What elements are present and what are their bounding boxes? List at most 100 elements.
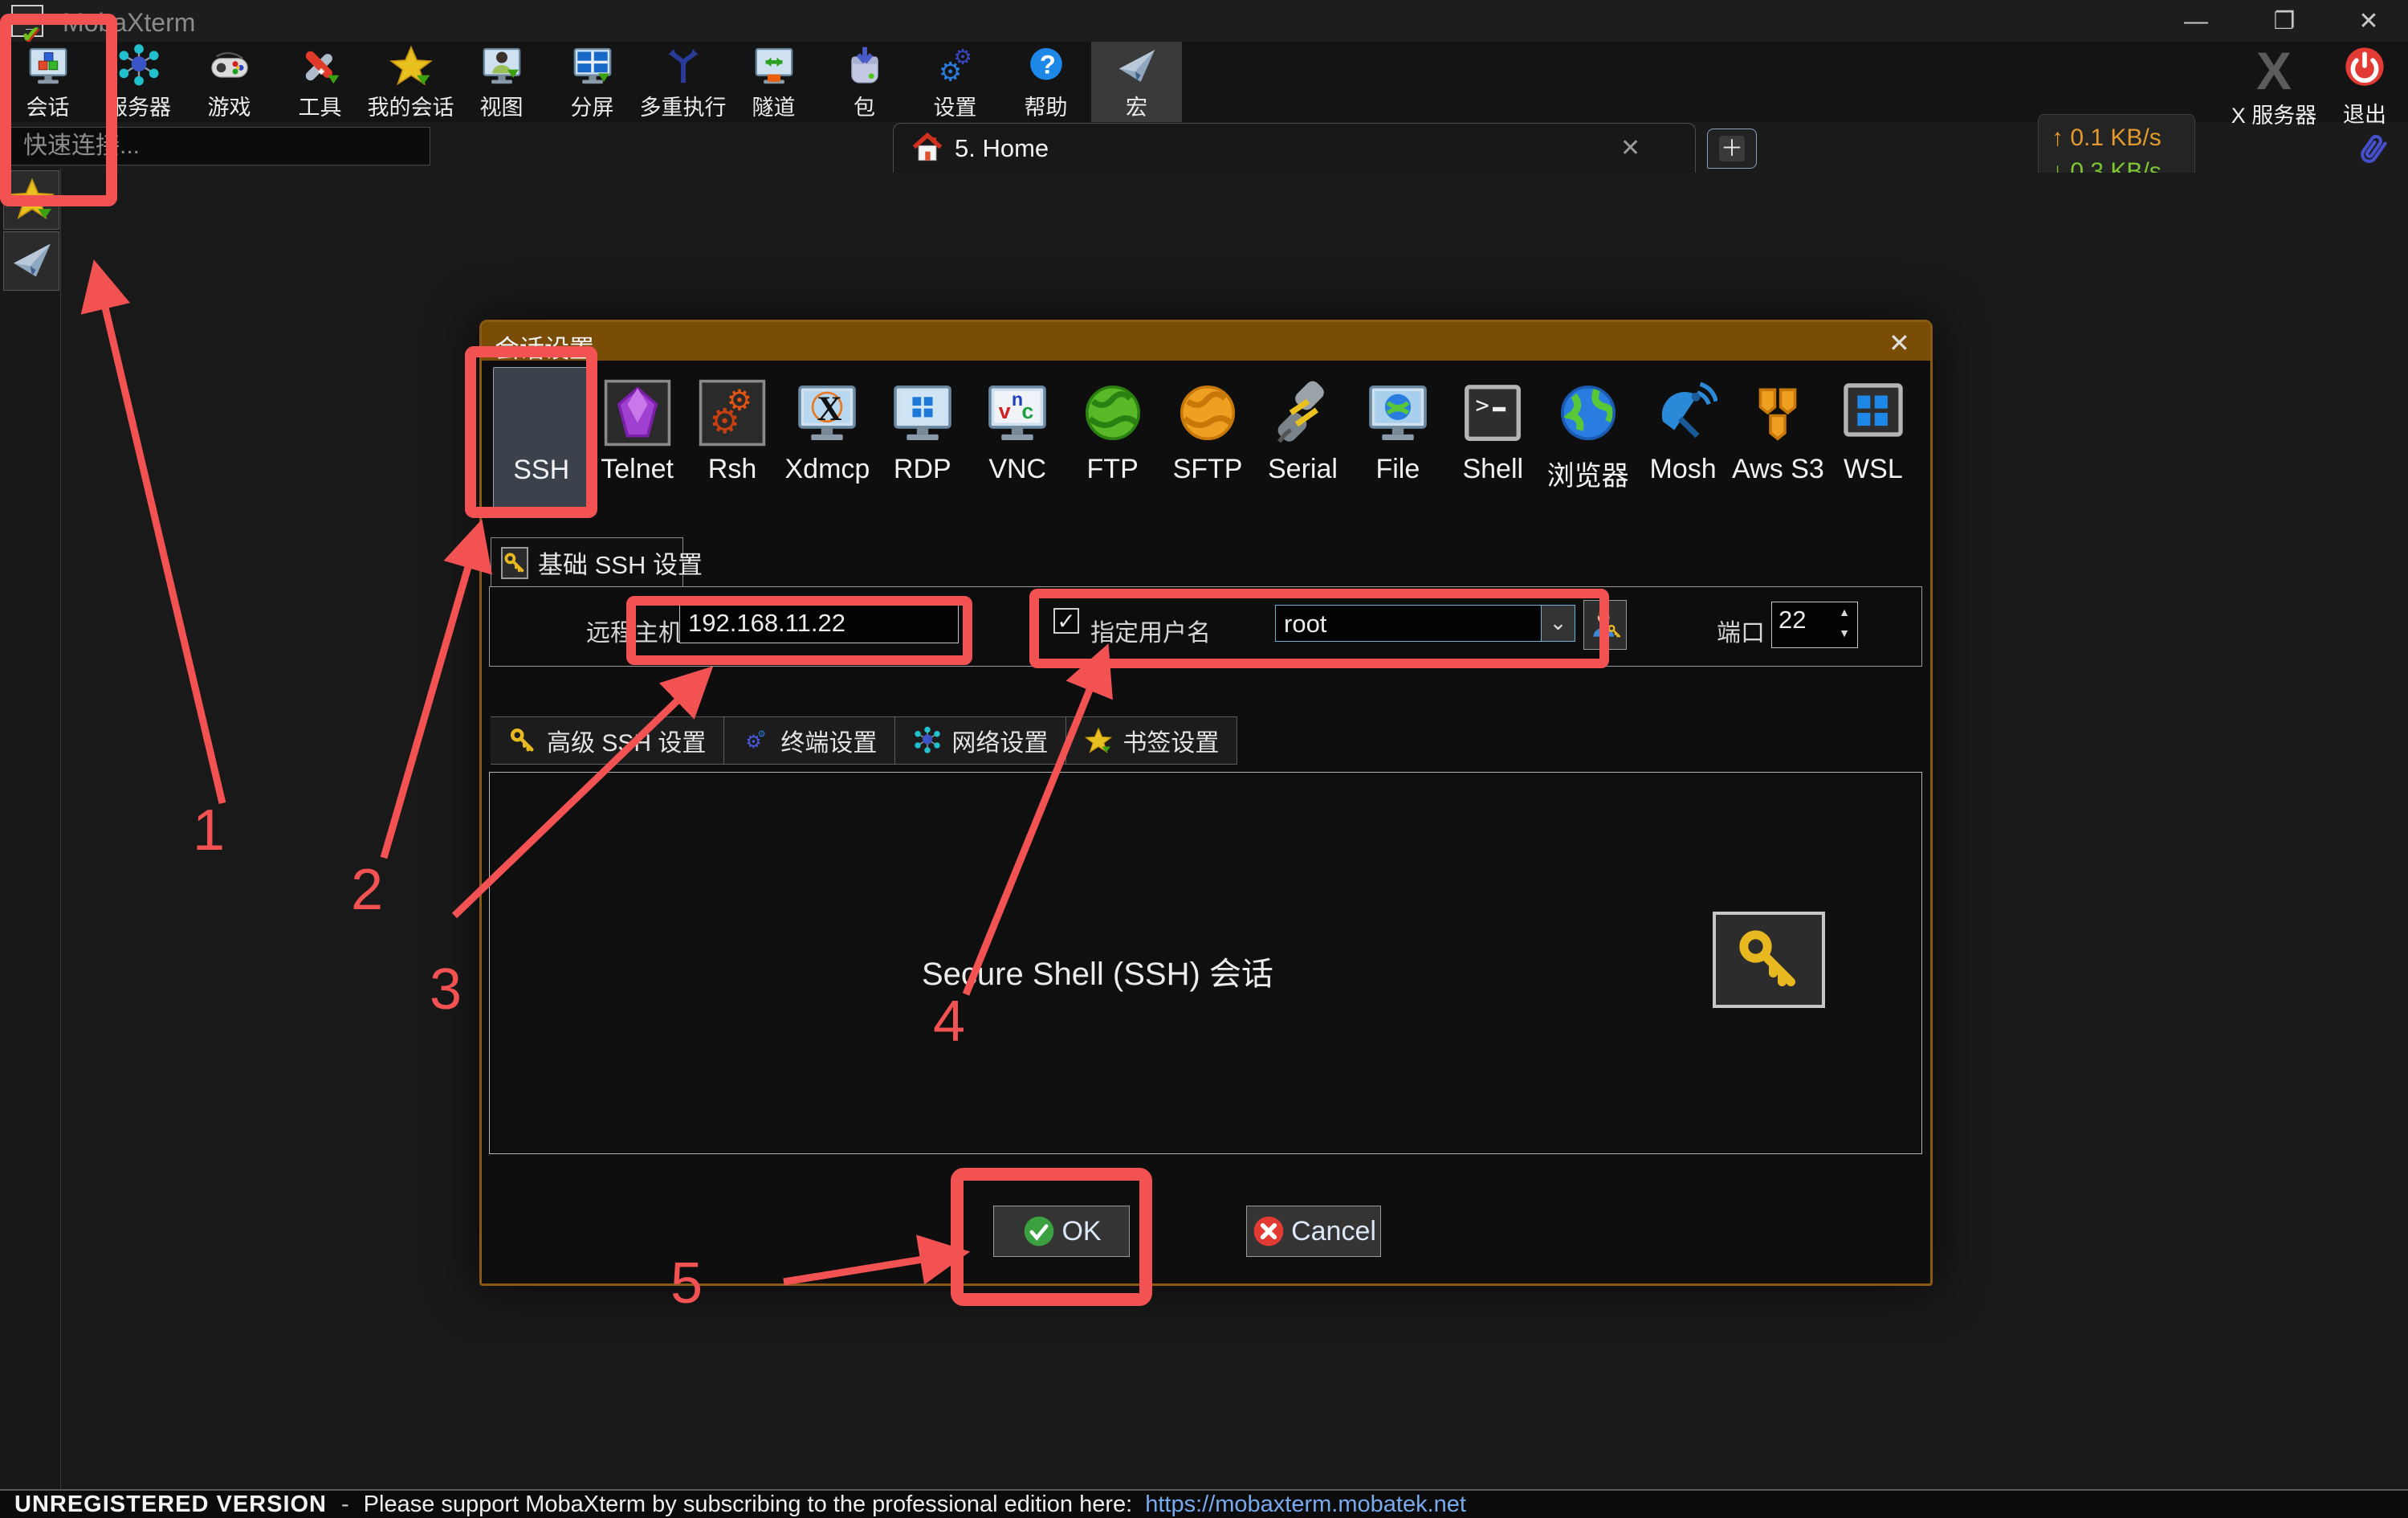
toolbar-item-icon (842, 43, 887, 88)
session-type-label: VNC (988, 454, 1046, 485)
session-type-label: File (1375, 454, 1420, 485)
session-type-icon (983, 378, 1052, 447)
chevron-down-icon[interactable]: ⌄ (1541, 606, 1575, 641)
tab-basic-ssh-settings[interactable]: 基础 SSH 设置 (491, 537, 683, 587)
username-value: root (1284, 610, 1326, 639)
toolbar-item-icon (1024, 43, 1069, 88)
session-type-label: WSL (1844, 454, 1903, 485)
settings-subtab-网络设置[interactable]: 网络设置 (895, 716, 1066, 765)
toolbar-item-多重执行[interactable]: 多重执行 (638, 42, 728, 122)
toolbar-item-icon (116, 43, 161, 88)
quick-connect-input[interactable]: 快速连接... (6, 127, 430, 165)
session-type-item-SSH[interactable]: SSH (493, 367, 589, 510)
credentials-button[interactable] (1583, 600, 1627, 650)
session-type-item-File[interactable]: File (1351, 367, 1445, 510)
settings-subtabs: 高级 SSH 设置 终端设置 网络设置 书签设置 (491, 716, 1237, 765)
session-type-item-RDP[interactable]: RDP (875, 367, 970, 510)
session-type-item-Mosh[interactable]: Mosh (1636, 367, 1730, 510)
toolbar-item-包[interactable]: 包 (819, 42, 910, 122)
toolbar-item-label: 宏 (1126, 90, 1147, 121)
cancel-button[interactable]: Cancel (1246, 1206, 1381, 1257)
toolbar-item-帮助[interactable]: 帮助 (1000, 42, 1091, 122)
spinner-down-icon[interactable]: ▼ (1836, 626, 1852, 643)
toolbar-item-label: 会话 (26, 90, 70, 121)
x-server-icon: X (2218, 45, 2330, 96)
session-type-label: Aws S3 (1732, 454, 1824, 485)
session-type-label: 浏览器 (1547, 454, 1629, 493)
session-type-label: RDP (894, 454, 951, 485)
toolbar-item-label: 多重执行 (640, 90, 727, 121)
session-type-item-Xdmcp[interactable]: Xdmcp (780, 367, 874, 510)
toolbar-item-label: 视图 (480, 90, 524, 121)
port-label: 端口 (1717, 613, 1765, 648)
session-settings-dialog: 会话设置 ✕ SSH Telnet Rsh Xdmcp (479, 320, 1933, 1286)
session-type-item-Telnet[interactable]: Telnet (589, 367, 684, 510)
sidebar-sessions-star-button[interactable] (3, 170, 59, 230)
specify-username-checkbox[interactable]: ✓ (1053, 608, 1079, 634)
maximize-button[interactable]: ❐ (2256, 6, 2312, 37)
session-type-icon (1458, 378, 1527, 447)
tab-home[interactable]: 5. Home ✕ (893, 123, 1696, 173)
toolbar-item-label: 隧道 (752, 90, 796, 121)
session-type-list: SSH Telnet Rsh Xdmcp RDP (493, 367, 1921, 510)
close-button[interactable]: ✕ (2341, 6, 2397, 37)
subtab-icon (913, 726, 942, 755)
session-type-item-Rsh[interactable]: Rsh (685, 367, 780, 510)
session-type-icon (507, 379, 576, 448)
toolbar-item-icon (570, 43, 615, 88)
tab-close-icon[interactable]: ✕ (1620, 134, 1640, 162)
minimize-button[interactable]: — (2168, 6, 2224, 37)
x-circle-icon (1251, 1214, 1286, 1249)
ok-label: OK (1061, 1216, 1101, 1247)
spinner-up-icon[interactable]: ▲ (1836, 606, 1852, 622)
mobatek-link[interactable]: https://mobaxterm.mobatek.net (1145, 1491, 1466, 1518)
unregistered-version-label: UNREGISTERED VERSION (14, 1491, 327, 1518)
toolbar-item-宏[interactable]: 宏 (1091, 42, 1182, 122)
toolbar-item-隧道[interactable]: 隧道 (728, 42, 819, 122)
dialog-titlebar[interactable]: 会话设置 ✕ (482, 322, 1930, 361)
session-type-item-浏览器[interactable]: 浏览器 (1540, 367, 1635, 510)
session-type-item-Shell[interactable]: Shell (1445, 367, 1540, 510)
toolbar-item-设置[interactable]: 设置 (910, 42, 1000, 122)
toolbar-item-工具[interactable]: 工具 (275, 42, 365, 122)
session-type-icon (1839, 378, 1908, 447)
window-titlebar: >_ ✔ MobaXterm — ❐ ✕ (0, 0, 2408, 42)
settings-subtab-高级 SSH 设置[interactable]: 高级 SSH 设置 (491, 716, 724, 765)
left-sidebar (0, 169, 61, 1490)
toolbar-item-视图[interactable]: 视图 (456, 42, 547, 122)
session-type-label: Telnet (601, 454, 674, 485)
session-type-item-Aws S3[interactable]: Aws S3 (1730, 367, 1825, 510)
session-type-item-VNC[interactable]: VNC (970, 367, 1065, 510)
toolbar-item-分屏[interactable]: 分屏 (547, 42, 638, 122)
port-spinner[interactable]: 22 ▲ ▼ (1771, 602, 1858, 648)
dialog-close-icon[interactable]: ✕ (1889, 328, 1910, 358)
session-type-item-SFTP[interactable]: SFTP (1160, 367, 1255, 510)
toolbar-item-icon (661, 43, 706, 88)
toolbar-item-游戏[interactable]: 游戏 (184, 42, 275, 122)
session-type-label: Mosh (1650, 454, 1717, 485)
attachment-paperclip-icon[interactable] (2353, 127, 2393, 175)
username-combobox[interactable]: root ⌄ (1275, 605, 1575, 642)
paper-plane-icon (9, 237, 55, 284)
home-icon (910, 131, 945, 166)
sidebar-macros-plane-button[interactable] (3, 231, 59, 291)
main-toolbar: 会话 服务器 游戏 工具 我的会话 视图 分屏 (0, 42, 2408, 122)
session-type-icon (603, 378, 672, 447)
toolbar-item-icon (1114, 43, 1159, 88)
x-server-button[interactable]: X X 服务器 (2218, 45, 2330, 129)
toolbar-item-我的会话[interactable]: 我的会话 (365, 42, 456, 122)
exit-button[interactable]: 退出 (2324, 45, 2405, 129)
session-type-item-Serial[interactable]: Serial (1255, 367, 1350, 510)
toolbar-item-icon (752, 43, 797, 88)
settings-subtab-终端设置[interactable]: 终端设置 (724, 716, 895, 765)
session-type-item-FTP[interactable]: FTP (1065, 367, 1159, 510)
ok-button[interactable]: OK (993, 1206, 1130, 1257)
session-type-item-WSL[interactable]: WSL (1826, 367, 1921, 510)
session-type-label: Xdmcp (785, 454, 870, 485)
new-tab-button[interactable]: ＋ (1707, 129, 1757, 169)
remote-host-input[interactable]: 192.168.11.22 (679, 605, 959, 643)
toolbar-item-label: 我的会话 (368, 90, 454, 121)
toolbar-item-服务器[interactable]: 服务器 (93, 42, 184, 122)
toolbar-item-会话[interactable]: 会话 (2, 42, 93, 122)
settings-subtab-书签设置[interactable]: 书签设置 (1066, 716, 1237, 765)
